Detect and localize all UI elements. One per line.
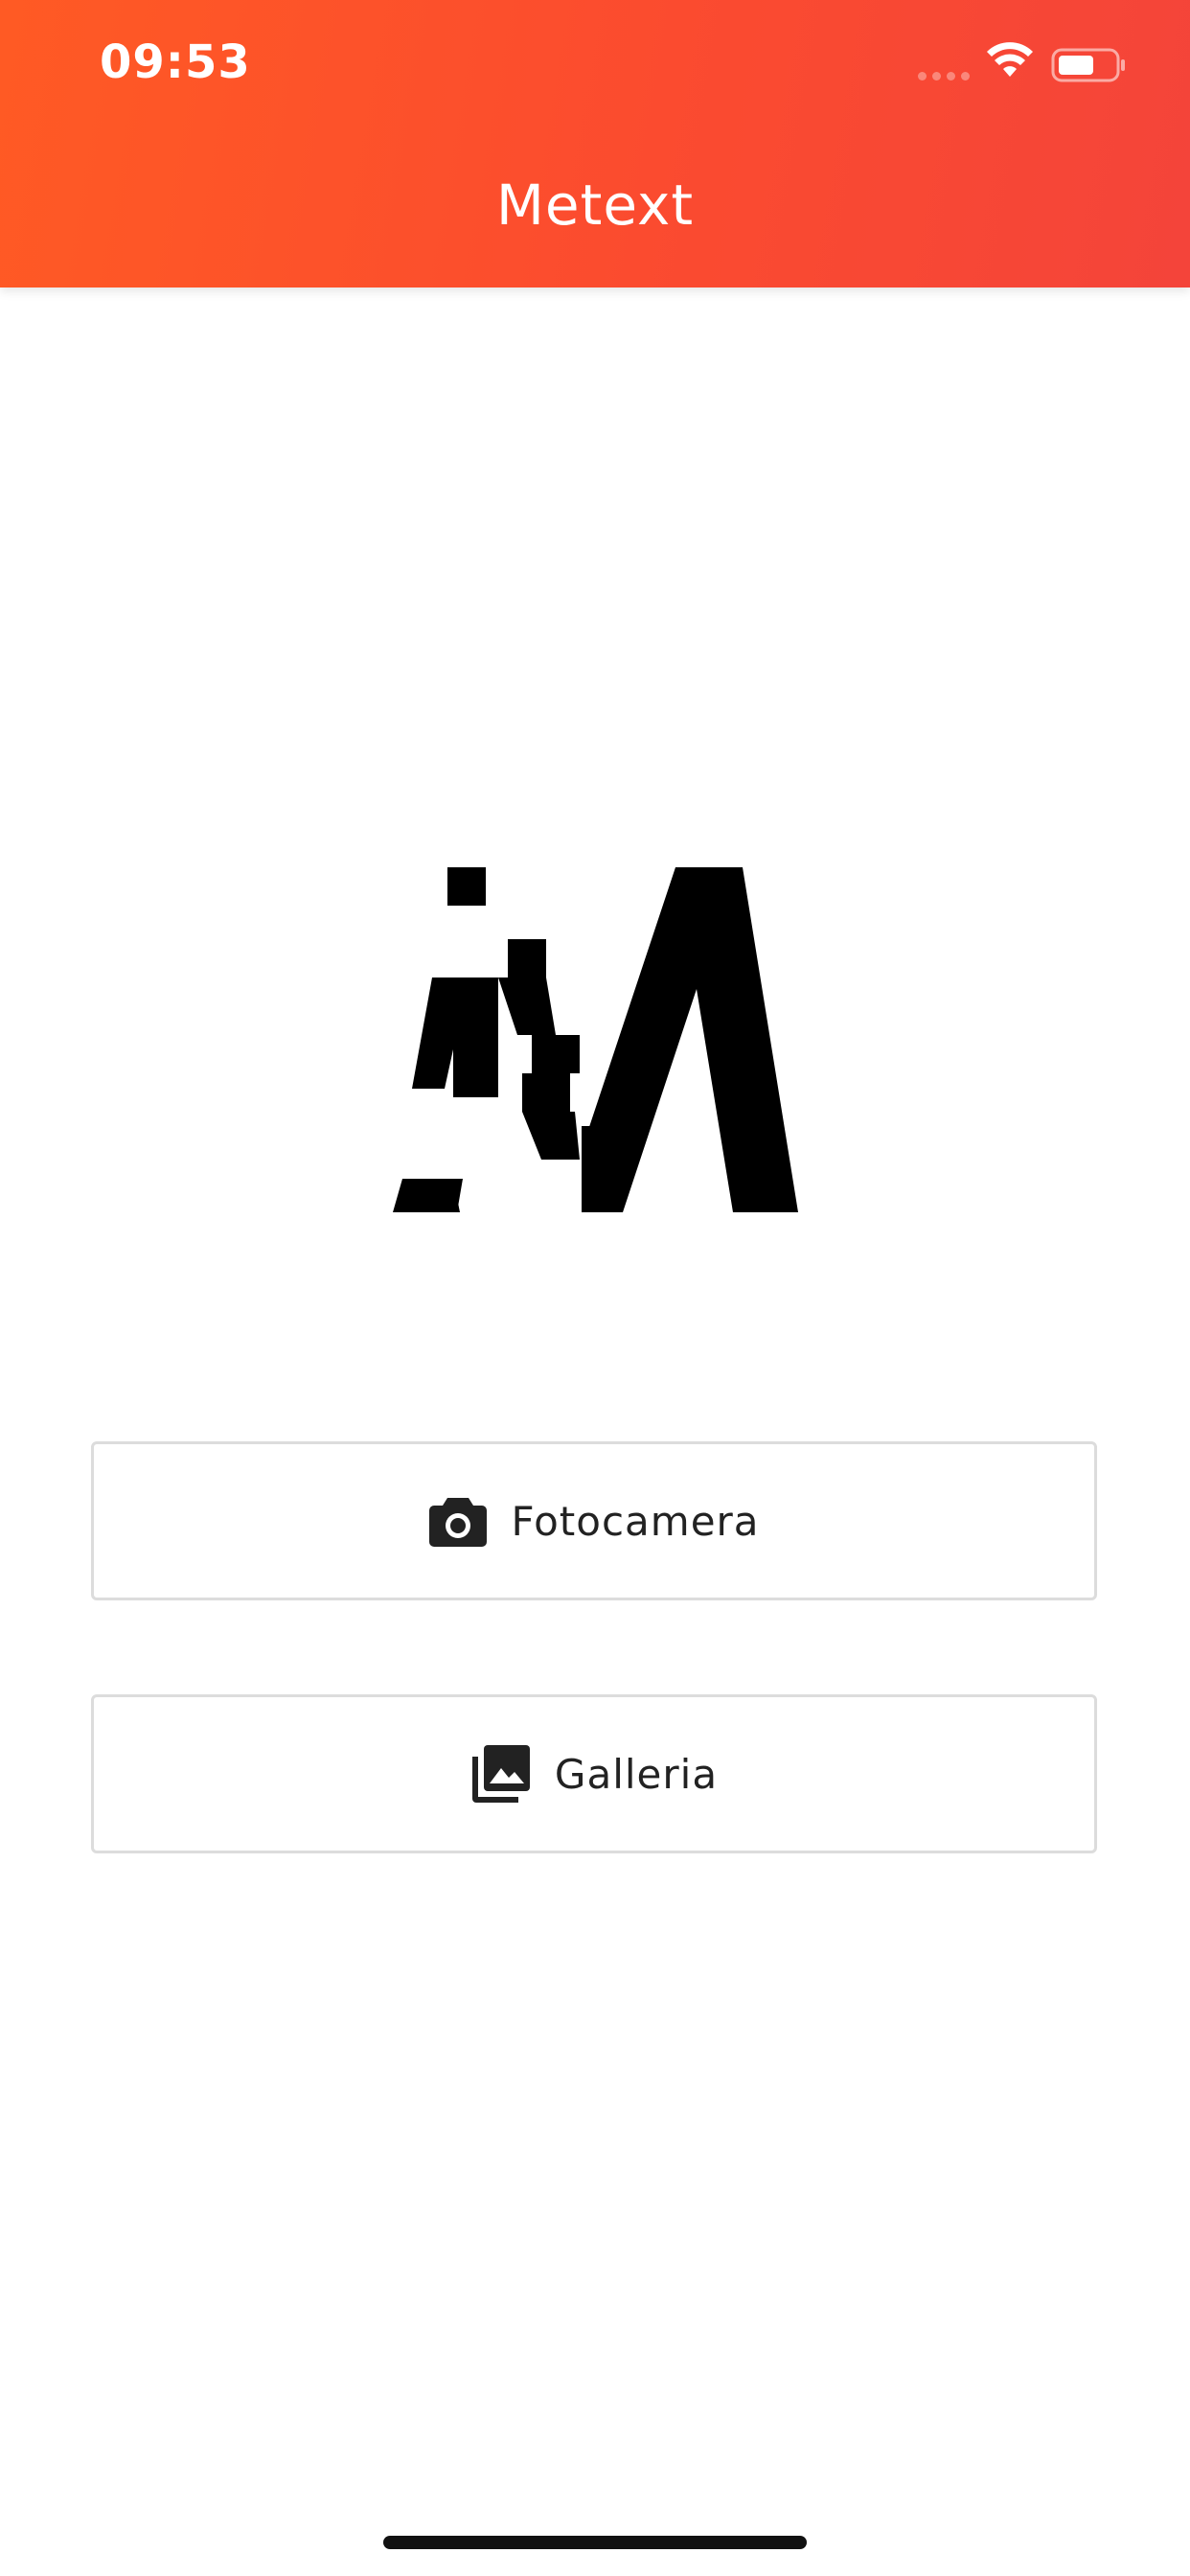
metext-logo xyxy=(393,867,798,1212)
gallery-button[interactable]: Galleria xyxy=(91,1694,1097,1853)
camera-icon xyxy=(428,1494,488,1548)
battery-icon xyxy=(1051,48,1125,82)
home-indicator[interactable] xyxy=(383,2536,807,2549)
status-time: 09:53 xyxy=(100,35,251,89)
app-header: 09:53 Metext xyxy=(0,0,1190,288)
wifi-icon xyxy=(987,42,1033,77)
gallery-button-label: Galleria xyxy=(554,1750,719,1798)
camera-button-label: Fotocamera xyxy=(511,1497,760,1545)
photo-library-icon xyxy=(470,1743,532,1805)
camera-button[interactable]: Fotocamera xyxy=(91,1441,1097,1600)
app-title: Metext xyxy=(495,172,695,238)
cellular-signal-icon xyxy=(918,72,970,80)
